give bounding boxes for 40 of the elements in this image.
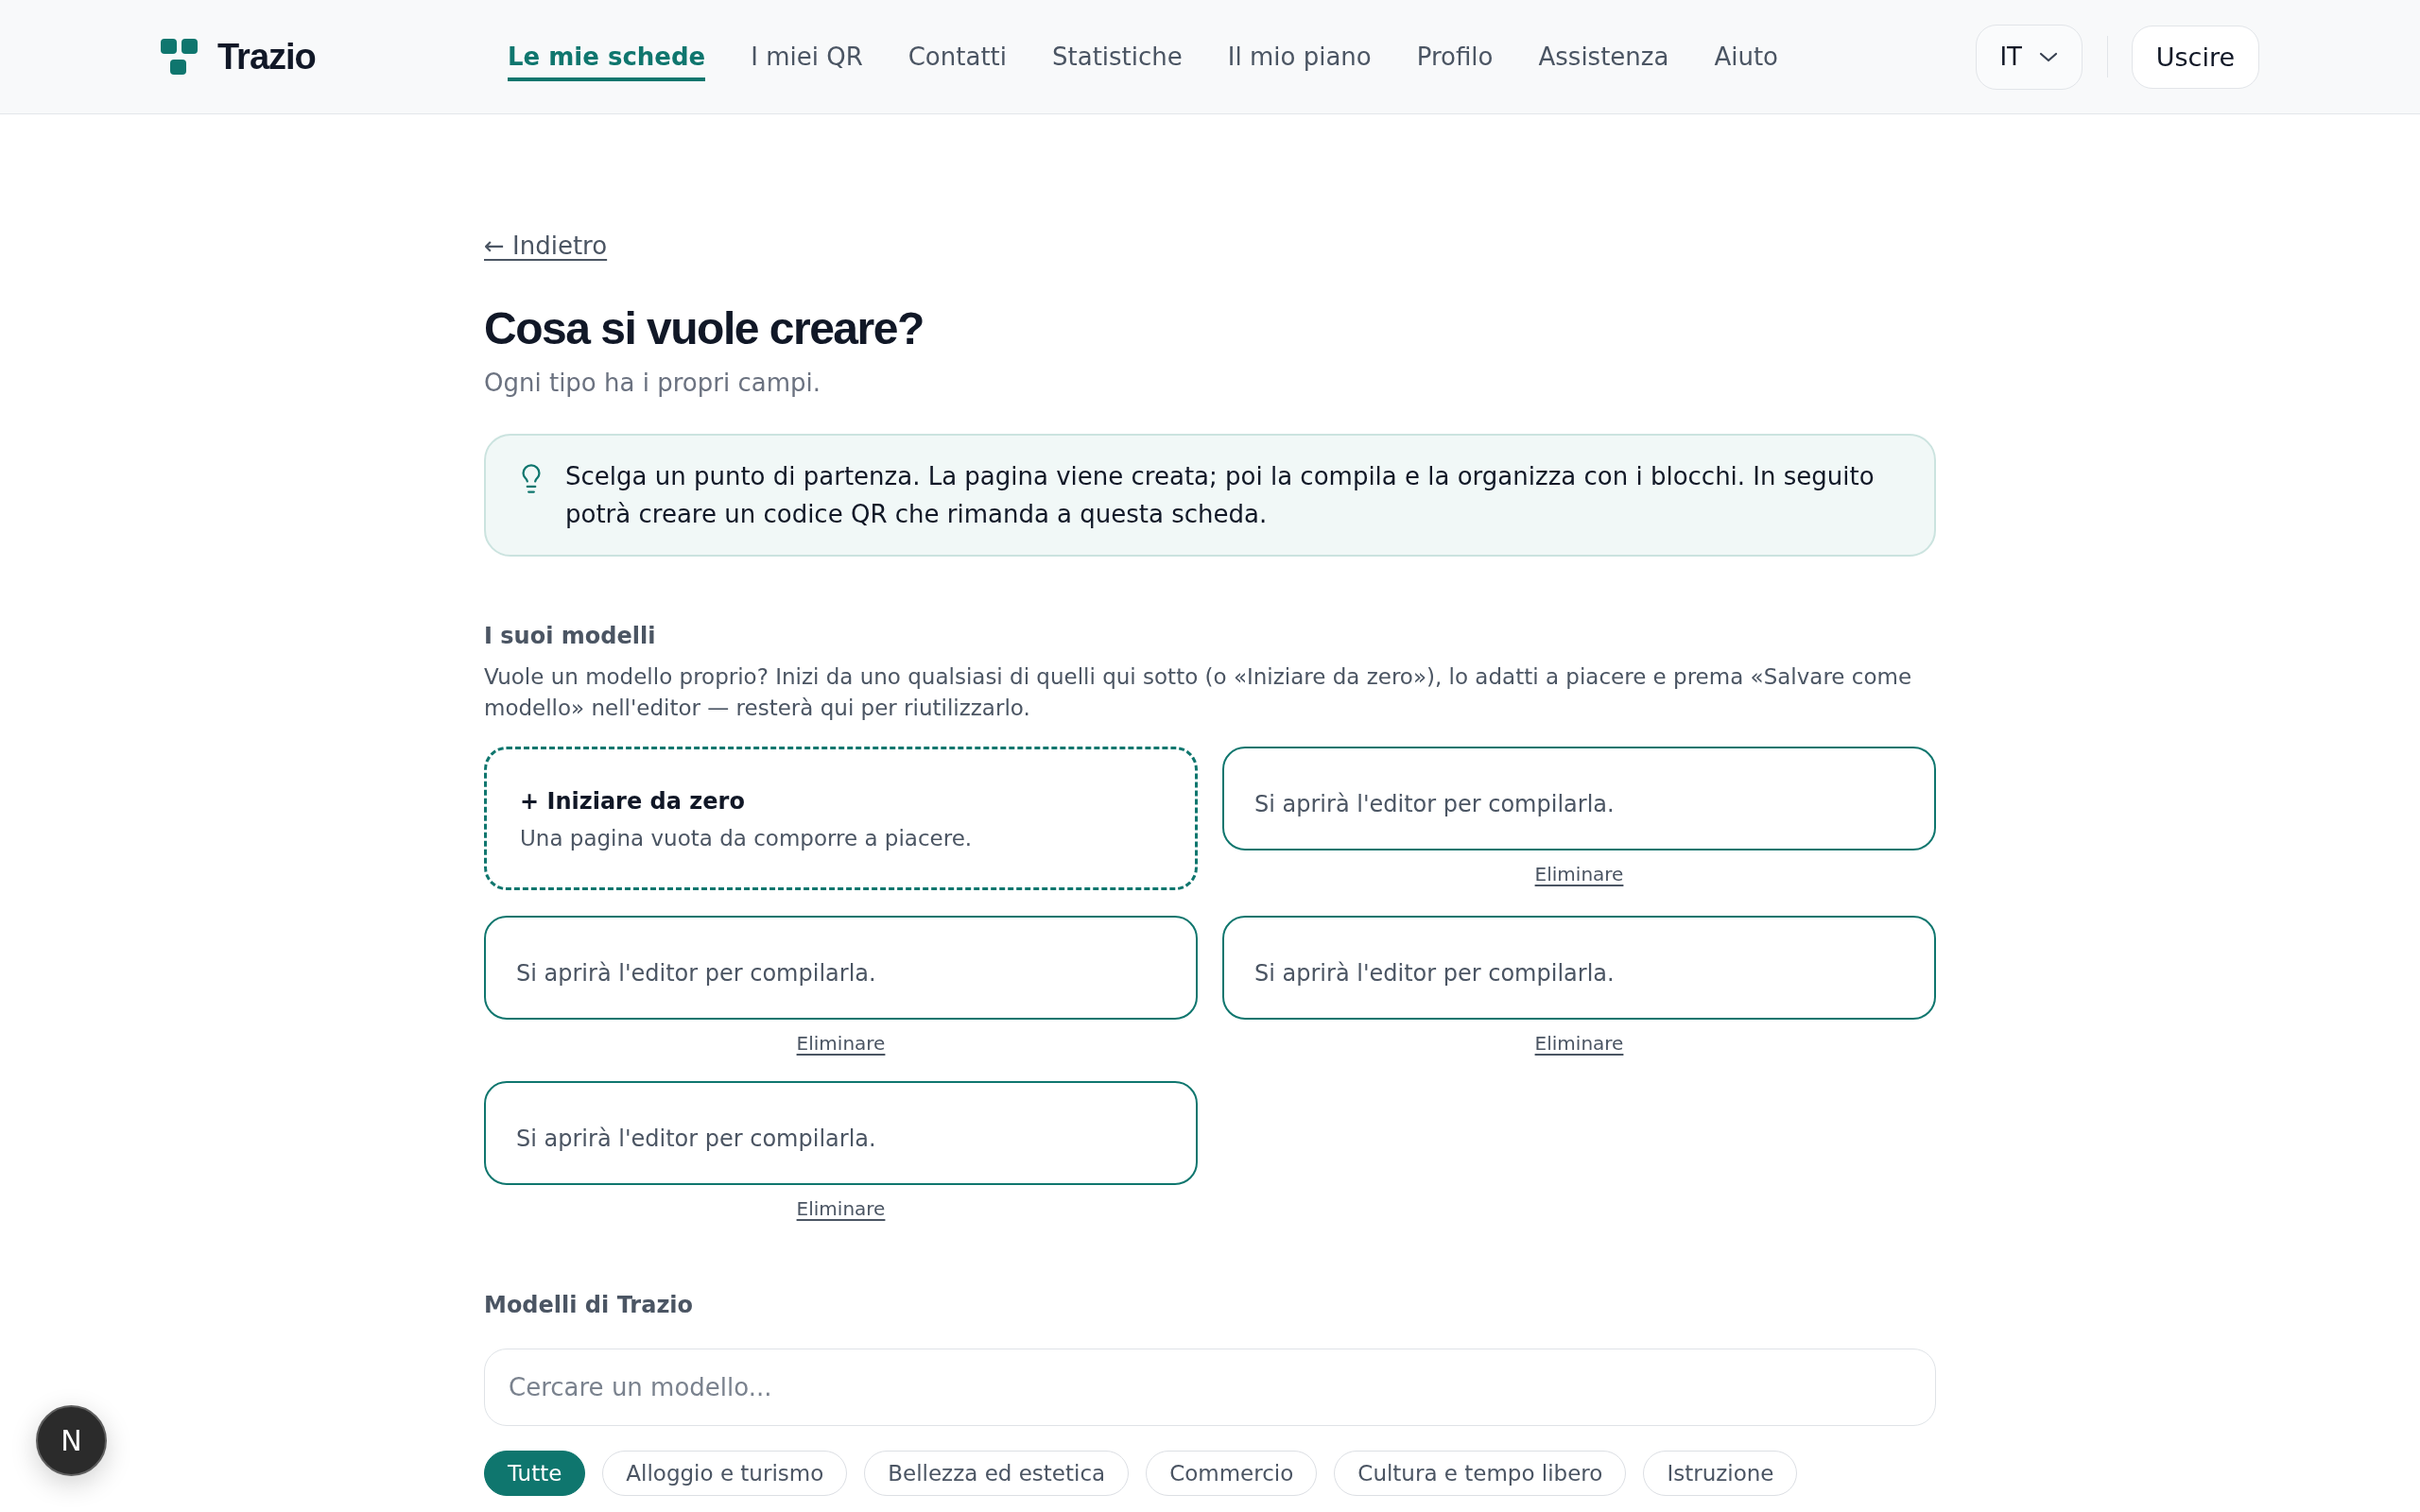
chevron-down-icon: [2039, 51, 2058, 62]
logo-text: Trazio: [217, 36, 316, 77]
delete-link[interactable]: Eliminare: [796, 1031, 886, 1056]
category-filter-chip[interactable]: Tutte: [484, 1451, 586, 1496]
template-card[interactable]: Si aprirà l'editor per compilarla.: [1222, 747, 1936, 850]
category-filter-chip[interactable]: Istruzione: [1643, 1451, 1798, 1496]
logo-icon: [161, 38, 199, 76]
section-heading: Modelli di Trazio: [484, 1291, 695, 1320]
nav-link[interactable]: Il mio piano: [1227, 32, 1372, 81]
nav-link[interactable]: Contatti: [908, 32, 1007, 81]
info-text: Scelga un punto di partenza. La pagina viene creata; poi la compila e la organizza con i blocchi. In seguito potrà creare un codice QR che rimanda a questa scheda.: [565, 461, 1876, 530]
delete-link[interactable]: Eliminare: [1534, 862, 1624, 886]
category-filter-chip[interactable]: Alloggio e turismo: [602, 1451, 848, 1496]
category-filter-chip[interactable]: Commercio: [1146, 1451, 1318, 1496]
page-subtitle: Ogni tipo ha i propri campi.: [484, 368, 821, 399]
lightbulb-icon: [522, 464, 541, 493]
category-filter-chip[interactable]: Cultura e tempo libero: [1334, 1451, 1627, 1496]
nav-link[interactable]: Statistiche: [1052, 32, 1183, 81]
language-dropdown[interactable]: IT: [1975, 24, 2083, 90]
template-card[interactable]: Si aprirà l'editor per compilarla.: [1222, 916, 1936, 1020]
nav-link[interactable]: Profilo: [1416, 32, 1494, 81]
template-card[interactable]: Si aprirà l'editor per compilarla.: [484, 916, 1198, 1020]
search-field[interactable]: Cercare un modello...: [484, 1349, 1936, 1426]
card-title: + Iniziare da zero: [520, 787, 746, 816]
nav-link[interactable]: Aiuto: [1714, 32, 1778, 81]
nav-link[interactable]: Assistenza: [1538, 32, 1669, 81]
card-description: Una pagina vuota da comporre a piacere.: [520, 825, 974, 852]
dev-tools-button[interactable]: N: [36, 1405, 107, 1476]
nav-link[interactable]: I miei QR: [751, 32, 863, 81]
page-title: Cosa si vuole creare?: [484, 302, 925, 355]
back-link[interactable]: ← Indietro: [484, 229, 608, 263]
section-description: Vuole un modello proprio? Inizi da uno qualsiasi di quelli qui sotto (o «Iniziare da zero»), lo adatti a piacere e prema «Salvare come modello» nell'editor — resterà qui per riutilizzarlo.: [484, 663, 1913, 722]
category-filter-chip[interactable]: Bellezza ed estetica: [864, 1451, 1130, 1496]
logout-button[interactable]: Uscire: [2131, 25, 2259, 89]
delete-link[interactable]: Eliminare: [796, 1196, 886, 1221]
nav-link[interactable]: Le mie schede: [508, 32, 706, 81]
section-heading: I suoi modelli: [484, 622, 657, 651]
template-card[interactable]: Si aprirà l'editor per compilarla.: [484, 1081, 1198, 1185]
start-from-scratch-card[interactable]: + Iniziare da zero Una pagina vuota da comporre a piacere.: [484, 747, 1198, 890]
delete-link[interactable]: Eliminare: [1534, 1031, 1624, 1056]
